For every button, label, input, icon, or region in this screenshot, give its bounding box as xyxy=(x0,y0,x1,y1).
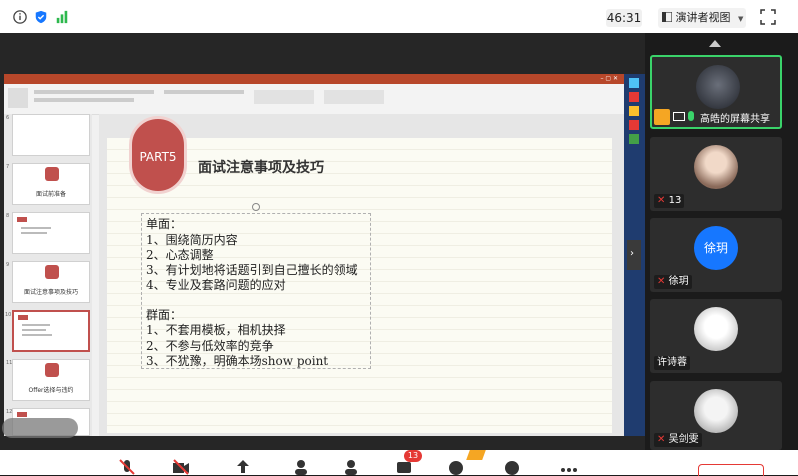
participant-name: 许诗蓉 xyxy=(657,357,687,368)
participants-icon[interactable] xyxy=(342,458,360,475)
slide-thumbnail[interactable]: 11 Offer选择与违约 xyxy=(6,359,90,401)
rotate-handle[interactable] xyxy=(252,203,260,211)
slide-thumbnail[interactable]: 6 xyxy=(6,114,90,156)
info-icon[interactable] xyxy=(12,10,28,24)
participant-tile-bar: 高皓的屏幕共享 xyxy=(654,109,772,125)
windows-taskbar: › xyxy=(624,74,645,436)
slide-thumbnail[interactable]: 9 面试注意事项及技巧 xyxy=(6,261,90,303)
slide-thumbnail-selected[interactable]: 10 xyxy=(5,310,90,352)
thumbnail-title: 面试前准备 xyxy=(35,191,66,198)
participant-label: ✕ 徐玥 xyxy=(654,275,692,289)
slide-thumbnail[interactable]: 8 xyxy=(6,212,90,254)
reactions-icon[interactable] xyxy=(503,458,521,475)
ppt-title-bar: – ▢ ✕ xyxy=(4,74,624,84)
avatar xyxy=(694,389,738,433)
grid-view-icon xyxy=(661,11,673,23)
participant-name: 吴剑雯 xyxy=(668,434,699,445)
camera-off-icon[interactable] xyxy=(172,458,190,475)
participant-name: 13 xyxy=(668,195,682,206)
signal-strength-icon[interactable] xyxy=(54,10,70,24)
mic-muted-icon[interactable] xyxy=(118,458,136,475)
meeting-timer: 46:31 xyxy=(606,9,642,27)
avatar-initials: 徐玥 xyxy=(694,226,738,270)
floating-mic-pill[interactable] xyxy=(2,418,78,438)
record-icon[interactable] xyxy=(447,458,465,475)
participant-label: ✕ 13 xyxy=(654,194,685,208)
slide-body-line: 3、不犹豫，明确本场show point xyxy=(146,354,329,368)
share-screen-icon[interactable] xyxy=(234,458,252,475)
avatar xyxy=(694,145,738,189)
thumbnail-title: 面试注意事项及技巧 xyxy=(23,289,78,296)
meeting-top-bar: 46:31 演讲者视图 ▼ xyxy=(0,0,798,34)
participant-tile-screen-share[interactable]: 高皓的屏幕共享 xyxy=(650,55,782,129)
security-icon[interactable] xyxy=(292,458,310,475)
ppt-ribbon xyxy=(4,84,624,115)
slide-body-line: 4、专业及套路问题的应对 xyxy=(146,278,286,292)
share-screen-icon xyxy=(654,109,670,125)
collapse-panel-button[interactable]: › xyxy=(627,240,641,270)
monitor-icon xyxy=(673,112,685,121)
chevron-up-icon[interactable] xyxy=(708,38,722,48)
participant-label: 许诗蓉 xyxy=(654,356,690,370)
part-badge: PART5 xyxy=(129,116,187,194)
chevron-right-icon: › xyxy=(630,248,634,259)
participant-name: 徐玥 xyxy=(668,276,689,287)
avatar xyxy=(696,65,740,109)
mic-on-icon xyxy=(688,111,694,121)
slide-thumbnail-pane: 6 7 面试前准备 8 9 面试注意事项及技巧 10 11 Offer选择与违约… xyxy=(4,114,92,436)
participant-tile[interactable]: 徐玥 ✕ 徐玥 xyxy=(650,218,782,292)
end-meeting-button[interactable] xyxy=(698,464,764,476)
more-icon[interactable] xyxy=(560,458,578,475)
chevron-down-icon: ▼ xyxy=(738,15,744,23)
participant-tile[interactable]: ✕ 13 xyxy=(650,137,782,211)
slide-body-line: 单面： xyxy=(146,217,183,231)
fullscreen-icon[interactable] xyxy=(760,9,776,25)
new-feature-badge xyxy=(466,450,486,460)
mic-muted-icon: ✕ xyxy=(657,434,666,445)
slide-title: 面试注意事项及技巧 xyxy=(198,160,324,176)
participant-name: 高皓的屏幕共享 xyxy=(700,114,770,125)
participant-tile[interactable]: 许诗蓉 xyxy=(650,299,782,373)
chat-unread-badge: 13 xyxy=(404,450,422,462)
security-shield-icon[interactable] xyxy=(33,10,49,24)
avatar xyxy=(694,307,738,351)
mic-muted-icon: ✕ xyxy=(657,276,666,287)
slide-body-line: 1、不套用模板，相机抉择 xyxy=(146,323,286,337)
mic-muted-icon: ✕ xyxy=(657,195,666,206)
slide-thumbnail[interactable]: 7 面试前准备 xyxy=(6,163,90,205)
participant-tile[interactable]: ✕ 吴剑雯 xyxy=(650,381,782,450)
participant-label: ✕ 吴剑雯 xyxy=(654,433,702,447)
meeting-toolbar: 13 xyxy=(0,450,798,476)
speaker-view-label: 演讲者视图 xyxy=(675,11,731,24)
thumbnail-title: Offer选择与违约 xyxy=(28,387,74,394)
speaker-view-button[interactable]: 演讲者视图 ▼ xyxy=(658,8,746,28)
